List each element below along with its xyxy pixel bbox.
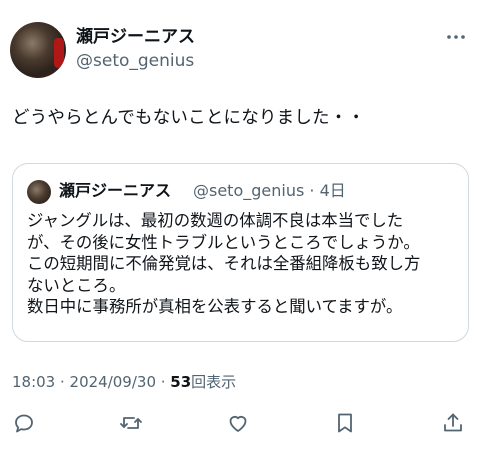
bookmark-icon xyxy=(338,413,352,433)
retweet-icon xyxy=(120,417,142,429)
more-icon[interactable] xyxy=(446,30,466,44)
author-display-name[interactable]: 瀬戸ジーニアス xyxy=(76,27,195,47)
author-handle[interactable]: @seto_genius xyxy=(76,51,194,71)
reply-icon xyxy=(15,414,33,433)
quoted-tweet[interactable]: 瀬戸ジーニアス @seto_genius · 4日 ジャングルは、最初の数週の体… xyxy=(12,163,469,342)
bookmark-button[interactable] xyxy=(330,408,360,438)
reply-button[interactable] xyxy=(9,408,39,438)
action-bar xyxy=(0,406,480,442)
quote-avatar xyxy=(27,180,51,204)
like-button[interactable] xyxy=(223,408,253,438)
quote-display-name: 瀬戸ジーニアス xyxy=(59,181,172,200)
tweet-meta: 18:03 · 2024/09/30 · 53回表示 xyxy=(12,372,236,392)
quote-text: ジャングルは、最初の数週の体調不良は本当でした が、その後に女性トラブルというと… xyxy=(27,210,463,318)
quote-text-line: ジャングルは、最初の数週の体調不良は本当でした xyxy=(27,211,404,230)
quote-text-line: 数日中に事務所が真相を公表すると聞いてますが。 xyxy=(27,297,403,317)
quote-text-line: ないところ。 xyxy=(27,275,126,295)
share-icon xyxy=(444,413,462,432)
share-button[interactable] xyxy=(438,408,468,438)
tweet-header: 瀬戸ジーニアス @seto_genius xyxy=(0,0,480,90)
timestamp[interactable]: 18:03 · 2024/09/30 · xyxy=(12,373,170,391)
quote-text-line: この短期間に不倫発覚は、それは全番組降板も致し方 xyxy=(27,254,421,274)
quote-text-line: が、その後に女性トラブルというところでしょうか。 xyxy=(27,232,420,252)
like-icon xyxy=(229,415,247,432)
avatar[interactable] xyxy=(10,22,66,78)
view-count: 53 xyxy=(170,373,192,391)
tweet-text: どうやらとんでもないことになりました・・ xyxy=(12,108,366,128)
view-label: 回表示 xyxy=(191,373,237,391)
retweet-button[interactable] xyxy=(116,408,146,438)
quote-handle-time: @seto_genius · 4日 xyxy=(193,181,346,200)
